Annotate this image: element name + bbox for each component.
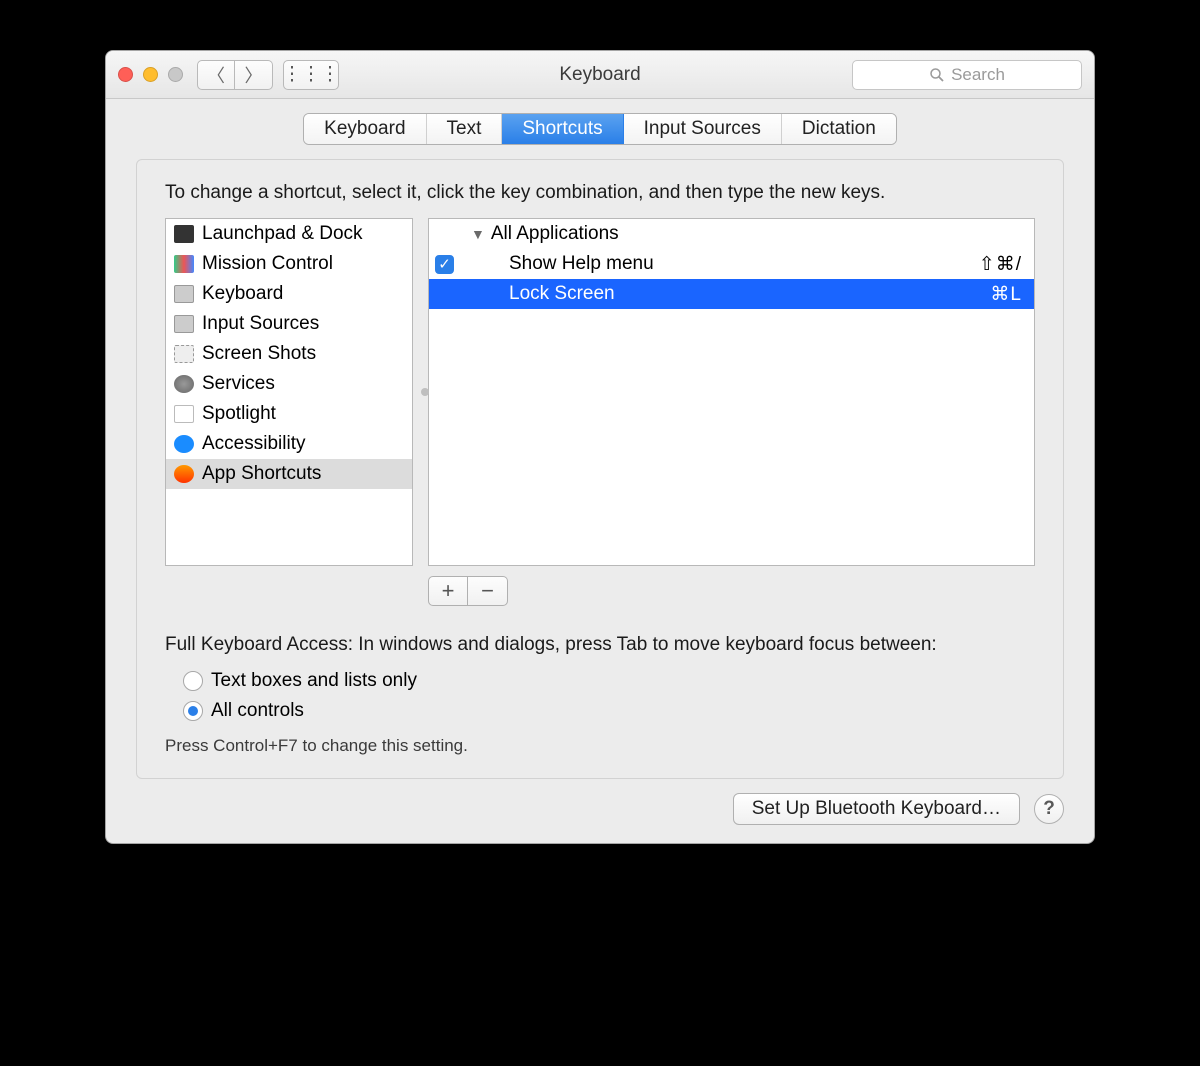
keyboard-icon bbox=[174, 285, 194, 303]
disclosure-triangle-icon[interactable]: ▼ bbox=[471, 226, 485, 242]
window-controls bbox=[118, 67, 183, 82]
lists-container: Launchpad & Dock Mission Control Keyboar… bbox=[165, 218, 1035, 566]
category-spotlight[interactable]: Spotlight bbox=[166, 399, 412, 429]
services-icon bbox=[174, 375, 194, 393]
tab-dictation[interactable]: Dictation bbox=[782, 114, 896, 144]
shortcuts-panel: To change a shortcut, select it, click t… bbox=[136, 159, 1064, 779]
accessibility-icon bbox=[174, 435, 194, 453]
category-app-shortcuts[interactable]: App Shortcuts bbox=[166, 459, 412, 489]
remove-shortcut-button[interactable]: − bbox=[468, 576, 508, 606]
shortcut-show-help-menu[interactable]: ✓ Show Help menu ⇧⌘/ bbox=[429, 249, 1034, 279]
shortcut-label: Lock Screen bbox=[509, 283, 615, 305]
fka-option-textboxes[interactable]: Text boxes and lists only bbox=[183, 666, 1035, 696]
fka-hint: Press Control+F7 to change this setting. bbox=[165, 736, 1035, 756]
tab-keyboard[interactable]: Keyboard bbox=[304, 114, 426, 144]
chevron-right-icon: 〉 bbox=[245, 62, 263, 88]
category-mission-control[interactable]: Mission Control bbox=[166, 249, 412, 279]
search-input[interactable]: Search bbox=[852, 60, 1082, 90]
radio-button[interactable] bbox=[183, 671, 203, 691]
category-list[interactable]: Launchpad & Dock Mission Control Keyboar… bbox=[165, 218, 413, 566]
back-button[interactable]: 〈 bbox=[197, 60, 235, 90]
grid-icon: ⋮⋮⋮ bbox=[283, 63, 340, 86]
screenshots-icon bbox=[174, 345, 194, 363]
tab-shortcuts[interactable]: Shortcuts bbox=[502, 114, 623, 144]
shortcut-detail-list[interactable]: ▼ All Applications ✓ Show Help menu ⇧⌘/ … bbox=[428, 218, 1035, 566]
titlebar: 〈 〉 ⋮⋮⋮ Keyboard Search bbox=[106, 51, 1094, 99]
tab-bar: Keyboard Text Shortcuts Input Sources Di… bbox=[106, 113, 1094, 145]
group-all-applications[interactable]: ▼ All Applications bbox=[429, 219, 1034, 249]
fka-option-all-controls[interactable]: All controls bbox=[183, 696, 1035, 726]
add-shortcut-button[interactable]: + bbox=[428, 576, 468, 606]
add-remove-buttons: + − bbox=[428, 576, 1035, 606]
category-input-sources[interactable]: Input Sources bbox=[166, 309, 412, 339]
fka-heading: Full Keyboard Access: In windows and dia… bbox=[165, 634, 1035, 656]
category-keyboard[interactable]: Keyboard bbox=[166, 279, 412, 309]
shortcut-lock-screen[interactable]: ✓ Lock Screen ⌘L bbox=[429, 279, 1034, 309]
input-sources-icon bbox=[174, 315, 194, 333]
shortcut-key[interactable]: ⇧⌘/ bbox=[979, 253, 1022, 276]
search-placeholder: Search bbox=[951, 65, 1005, 85]
window-body: Keyboard Text Shortcuts Input Sources Di… bbox=[106, 113, 1094, 843]
footer: Set Up Bluetooth Keyboard… ? bbox=[106, 779, 1094, 825]
launchpad-icon bbox=[174, 225, 194, 243]
minimize-window-button[interactable] bbox=[143, 67, 158, 82]
category-accessibility[interactable]: Accessibility bbox=[166, 429, 412, 459]
radio-button[interactable] bbox=[183, 701, 203, 721]
enable-checkbox[interactable]: ✓ bbox=[435, 255, 454, 274]
category-launchpad-dock[interactable]: Launchpad & Dock bbox=[166, 219, 412, 249]
search-icon bbox=[929, 67, 945, 83]
shortcut-label: Show Help menu bbox=[509, 253, 654, 275]
zoom-window-button[interactable] bbox=[168, 67, 183, 82]
instructions-label: To change a shortcut, select it, click t… bbox=[165, 182, 1035, 204]
category-services[interactable]: Services bbox=[166, 369, 412, 399]
forward-button[interactable]: 〉 bbox=[235, 60, 273, 90]
mission-control-icon bbox=[174, 255, 194, 273]
close-window-button[interactable] bbox=[118, 67, 133, 82]
help-button[interactable]: ? bbox=[1034, 794, 1064, 824]
spotlight-icon bbox=[174, 405, 194, 423]
chevron-left-icon: 〈 bbox=[207, 62, 225, 88]
app-shortcuts-icon bbox=[174, 465, 194, 483]
tab-text[interactable]: Text bbox=[427, 114, 503, 144]
fka-radio-group: Text boxes and lists only All controls bbox=[183, 666, 1035, 726]
nav-buttons: 〈 〉 bbox=[197, 60, 273, 90]
category-screen-shots[interactable]: Screen Shots bbox=[166, 339, 412, 369]
prefs-window: 〈 〉 ⋮⋮⋮ Keyboard Search Keyboard Text Sh… bbox=[105, 50, 1095, 844]
shortcut-key[interactable]: ⌘L bbox=[990, 283, 1022, 306]
tab-input-sources[interactable]: Input Sources bbox=[624, 114, 782, 144]
setup-bluetooth-button[interactable]: Set Up Bluetooth Keyboard… bbox=[733, 793, 1020, 825]
column-resizer[interactable] bbox=[421, 388, 429, 396]
show-all-button[interactable]: ⋮⋮⋮ bbox=[283, 60, 339, 90]
